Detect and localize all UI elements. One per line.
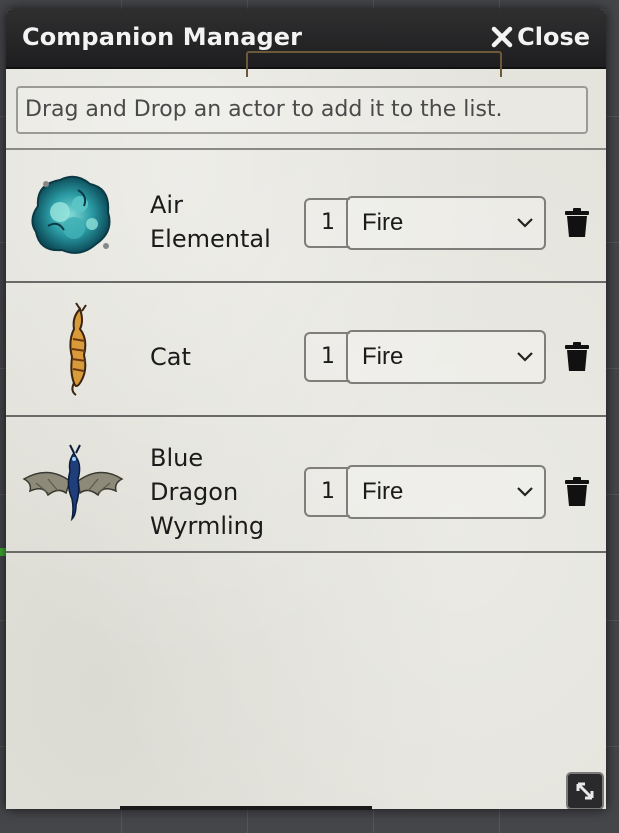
companion-name: Blue Dragon Wyrmling xyxy=(150,441,264,543)
name-line: Elemental xyxy=(150,225,271,253)
select-value: Fire xyxy=(362,209,404,236)
resize-icon xyxy=(576,782,594,800)
chevron-down-icon xyxy=(517,218,533,228)
cat-token-icon[interactable] xyxy=(18,299,126,399)
chevron-down-icon xyxy=(517,487,533,497)
name-line: Blue xyxy=(150,444,204,472)
damage-type-select[interactable]: Fire xyxy=(346,330,546,384)
close-icon xyxy=(491,26,513,48)
companion-name: Cat xyxy=(150,340,191,374)
delete-icon[interactable] xyxy=(564,477,590,507)
delete-icon[interactable] xyxy=(564,342,590,372)
close-button[interactable]: Close xyxy=(491,23,590,51)
quantity-input[interactable]: 1 xyxy=(304,467,350,517)
air-elemental-token-icon[interactable] xyxy=(18,166,126,266)
canvas-line xyxy=(120,806,372,810)
damage-type-select[interactable]: Fire xyxy=(346,465,546,519)
window-title: Companion Manager xyxy=(22,23,303,51)
resize-handle[interactable] xyxy=(566,772,604,809)
delete-icon[interactable] xyxy=(564,208,590,238)
name-line: Dragon xyxy=(150,478,239,506)
background-frame xyxy=(246,51,502,77)
companion-row: Cat 1 Fire xyxy=(6,283,606,417)
name-line: Air xyxy=(150,191,183,219)
name-line: Cat xyxy=(150,343,191,371)
companion-name: Air Elemental xyxy=(150,188,271,256)
name-line: Wyrmling xyxy=(150,512,265,540)
companion-row: Blue Dragon Wyrmling 1 Fire xyxy=(6,417,606,553)
companion-manager-window: Companion Manager Close Drag and Drop an… xyxy=(6,9,606,809)
select-value: Fire xyxy=(362,343,404,370)
select-value: Fire xyxy=(362,478,404,505)
close-label: Close xyxy=(517,23,590,51)
window-titlebar[interactable]: Companion Manager Close xyxy=(6,9,606,77)
damage-type-select[interactable]: Fire xyxy=(346,196,546,250)
quantity-input[interactable]: 1 xyxy=(304,332,350,382)
companion-row: Air Elemental 1 Fire xyxy=(6,150,606,283)
chevron-down-icon xyxy=(517,352,533,362)
quantity-input[interactable]: 1 xyxy=(304,198,350,248)
blue-dragon-token-icon[interactable] xyxy=(18,435,126,535)
drop-zone[interactable]: Drag and Drop an actor to add it to the … xyxy=(16,86,588,134)
